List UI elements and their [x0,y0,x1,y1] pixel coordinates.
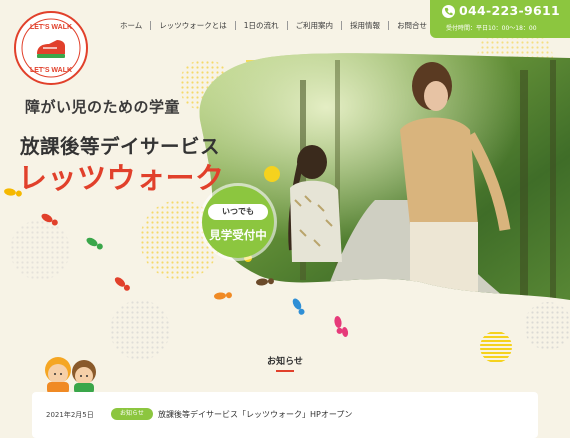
main-nav: ホーム レッツウォークとは 1日の流れ ご利用案内 採用情報 お問合せ [112,18,435,32]
nav-home[interactable]: ホーム [112,20,152,30]
news-heading: お知らせ [267,357,303,367]
phone-icon [442,5,455,18]
news-date: 2021年2月5日 [46,411,94,419]
lets-walk-logo[interactable]: LET'S WALK LET'S WALK [13,10,89,86]
nav-recruit[interactable]: 採用情報 [342,20,390,30]
hero-subtitle: 障がい児のための学童 [25,98,181,116]
news-card[interactable]: 2021年2月5日 お知らせ 放課後等デイサービス「レッツウォーク」HPオープン [32,392,538,438]
nav-about[interactable]: レッツウォークとは [151,20,236,30]
phone-number[interactable]: 044-223-9611 [459,3,560,18]
hero-brand-name: レッツウォーク [18,161,225,195]
nav-daily-flow[interactable]: 1日の流れ [236,20,288,30]
phone-hours: 受付時間：平日10：00～18：00 [446,25,537,32]
news-heading-underline [276,370,294,372]
nav-contact[interactable]: お問合せ [389,21,435,30]
visit-badge-small: いつでも [208,204,268,220]
page: LET'S WALK LET'S WALK ホーム レッツウォークとは 1日の流… [0,0,570,438]
news-title-link[interactable]: 放課後等デイサービス「レッツウォーク」HPオープン [158,409,352,420]
nav-guide[interactable]: ご利用案内 [288,20,343,30]
phone-contact-box[interactable]: 044-223-9611 受付時間：平日10：00～18：00 [430,0,570,38]
news-tag: お知らせ [111,408,153,420]
logo-bottom-text: LET'S WALK [30,67,72,74]
logo-top-text: LET'S WALK [30,24,72,31]
visit-badge-main: 見学受付中 [209,228,267,242]
visit-badge[interactable]: いつでも 見学受付中 [202,186,274,258]
